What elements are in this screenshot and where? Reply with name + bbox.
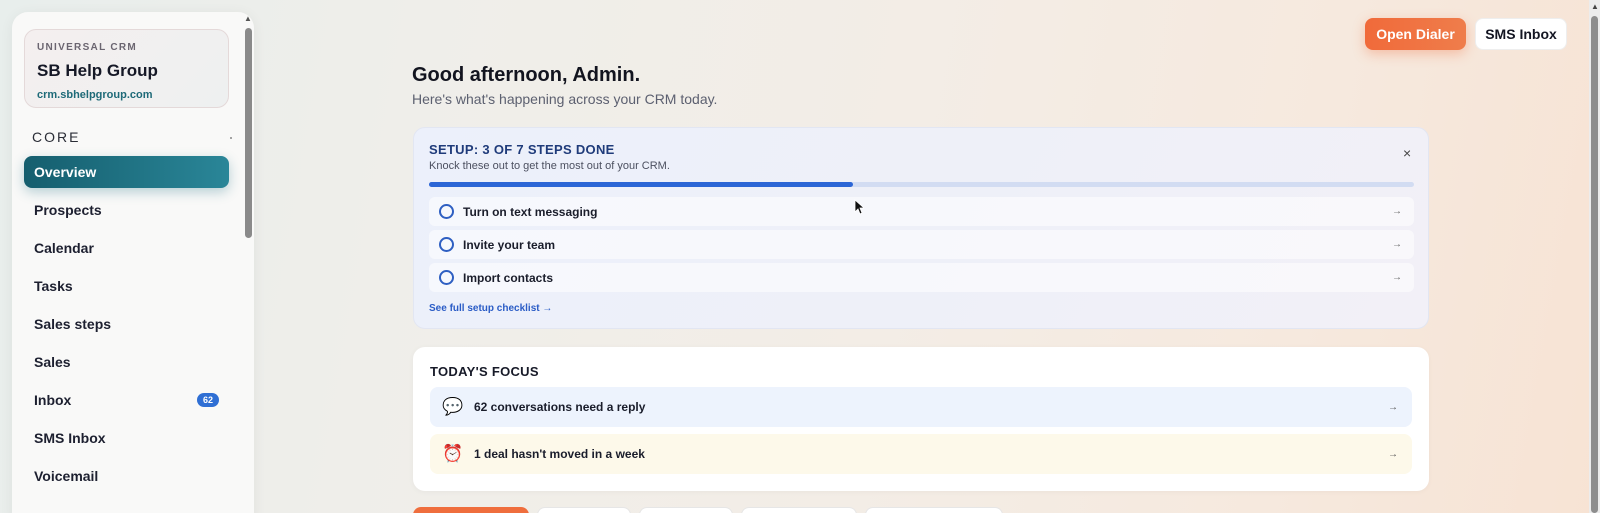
- page-scroll-up-arrow-icon[interactable]: ▲: [1591, 2, 1599, 11]
- arrow-right-icon: →: [1392, 272, 1402, 283]
- close-icon[interactable]: ×: [1403, 145, 1411, 161]
- brand-card[interactable]: UNIVERSAL CRM SB Help Group crm.sbhelpgr…: [24, 29, 229, 108]
- sidebar-item-inbox[interactable]: Inbox 62: [24, 384, 229, 416]
- brand-url[interactable]: crm.sbhelpgroup.com: [37, 89, 216, 101]
- unchecked-circle-icon: [439, 270, 454, 285]
- focus-item-label: 62 conversations need a reply: [474, 400, 646, 414]
- sidebar-item-label: Prospects: [34, 202, 102, 218]
- sidebar-item-label: Overview: [34, 164, 97, 180]
- sms-inbox-button[interactable]: SMS Inbox: [1475, 18, 1567, 50]
- todays-focus-card: TODAY'S FOCUS 💬 62 conversations need a …: [413, 347, 1429, 491]
- section-collapse-indicator: [230, 137, 232, 139]
- unchecked-circle-icon: [439, 237, 454, 252]
- bottom-tab[interactable]: [537, 507, 631, 513]
- section-label-core[interactable]: CORE: [32, 129, 80, 145]
- sidebar-item-sales-steps[interactable]: Sales steps: [24, 308, 229, 340]
- setup-progress-card: SETUP: 3 OF 7 STEPS DONE Knock these out…: [413, 127, 1429, 329]
- sidebar-item-tasks[interactable]: Tasks: [24, 270, 229, 302]
- alarm-clock-icon: ⏰: [442, 444, 464, 463]
- bottom-tab[interactable]: [639, 507, 733, 513]
- sidebar-scroll-thumb[interactable]: [245, 28, 252, 238]
- sidebar-item-prospects[interactable]: Prospects: [24, 194, 229, 226]
- sidebar: UNIVERSAL CRM SB Help Group crm.sbhelpgr…: [12, 12, 254, 513]
- full-setup-checklist-link[interactable]: See full setup checklist →: [429, 303, 552, 314]
- arrow-right-icon: →: [1392, 206, 1402, 217]
- mouse-cursor-icon: [854, 199, 864, 215]
- arrow-right-icon: →: [1388, 401, 1398, 413]
- setup-step-text-messaging[interactable]: Turn on text messaging →: [429, 197, 1414, 226]
- setup-subtitle: Knock these out to get the most out of y…: [429, 160, 670, 172]
- sidebar-nav: Overview Prospects Calendar Tasks Sales …: [24, 156, 229, 498]
- focus-item-label: 1 deal hasn't moved in a week: [474, 447, 645, 461]
- focus-title: TODAY'S FOCUS: [430, 364, 539, 379]
- chat-bubble-icon: 💬: [442, 397, 464, 416]
- setup-step-import-contacts[interactable]: Import contacts →: [429, 263, 1414, 292]
- sidebar-scrollbar[interactable]: ▲: [244, 14, 253, 513]
- bottom-tab-active[interactable]: [413, 507, 529, 513]
- sidebar-item-label: Sales: [34, 354, 71, 370]
- sidebar-item-label: SMS Inbox: [34, 430, 106, 446]
- sidebar-item-sales[interactable]: Sales: [24, 346, 229, 378]
- setup-title: SETUP: 3 OF 7 STEPS DONE: [429, 142, 615, 157]
- sidebar-item-label: Inbox: [34, 392, 72, 408]
- sidebar-item-voicemail[interactable]: Voicemail: [24, 460, 229, 492]
- sidebar-item-sms-inbox[interactable]: SMS Inbox: [24, 422, 229, 454]
- scroll-up-arrow-icon[interactable]: ▲: [244, 14, 252, 23]
- setup-step-invite-team[interactable]: Invite your team →: [429, 230, 1414, 259]
- bottom-tab[interactable]: [865, 507, 1003, 513]
- bottom-tab[interactable]: [741, 507, 857, 513]
- sidebar-item-label: Sales steps: [34, 316, 112, 332]
- setup-progress-fill: [429, 182, 853, 187]
- arrow-right-icon: →: [1392, 239, 1402, 250]
- unchecked-circle-icon: [439, 204, 454, 219]
- sidebar-item-label: Calendar: [34, 240, 94, 256]
- focus-item-conversations[interactable]: 💬 62 conversations need a reply →: [430, 387, 1412, 427]
- page-subtitle: Here's what's happening across your CRM …: [412, 91, 718, 107]
- setup-step-label: Invite your team: [463, 237, 556, 252]
- page-scrollbar[interactable]: ▲: [1589, 0, 1600, 513]
- brand-name: SB Help Group: [37, 61, 158, 80]
- inbox-count-badge: 62: [196, 393, 219, 407]
- sidebar-item-overview[interactable]: Overview: [24, 156, 229, 188]
- sidebar-item-label: Voicemail: [34, 468, 99, 484]
- bottom-tab-strip: [413, 507, 1003, 513]
- page-scroll-thumb[interactable]: [1591, 16, 1598, 513]
- sidebar-item-label: Tasks: [34, 278, 73, 294]
- open-dialer-button[interactable]: Open Dialer: [1365, 18, 1466, 50]
- focus-item-stalled-deal[interactable]: ⏰ 1 deal hasn't moved in a week →: [430, 434, 1412, 474]
- brand-kicker: UNIVERSAL CRM: [37, 42, 138, 53]
- arrow-right-icon: →: [1388, 448, 1398, 460]
- setup-progress-bar: [429, 182, 1414, 187]
- setup-step-label: Turn on text messaging: [463, 204, 598, 219]
- page-title: Good afternoon, Admin.: [412, 64, 641, 86]
- sidebar-item-calendar[interactable]: Calendar: [24, 232, 229, 264]
- setup-step-label: Import contacts: [463, 270, 554, 285]
